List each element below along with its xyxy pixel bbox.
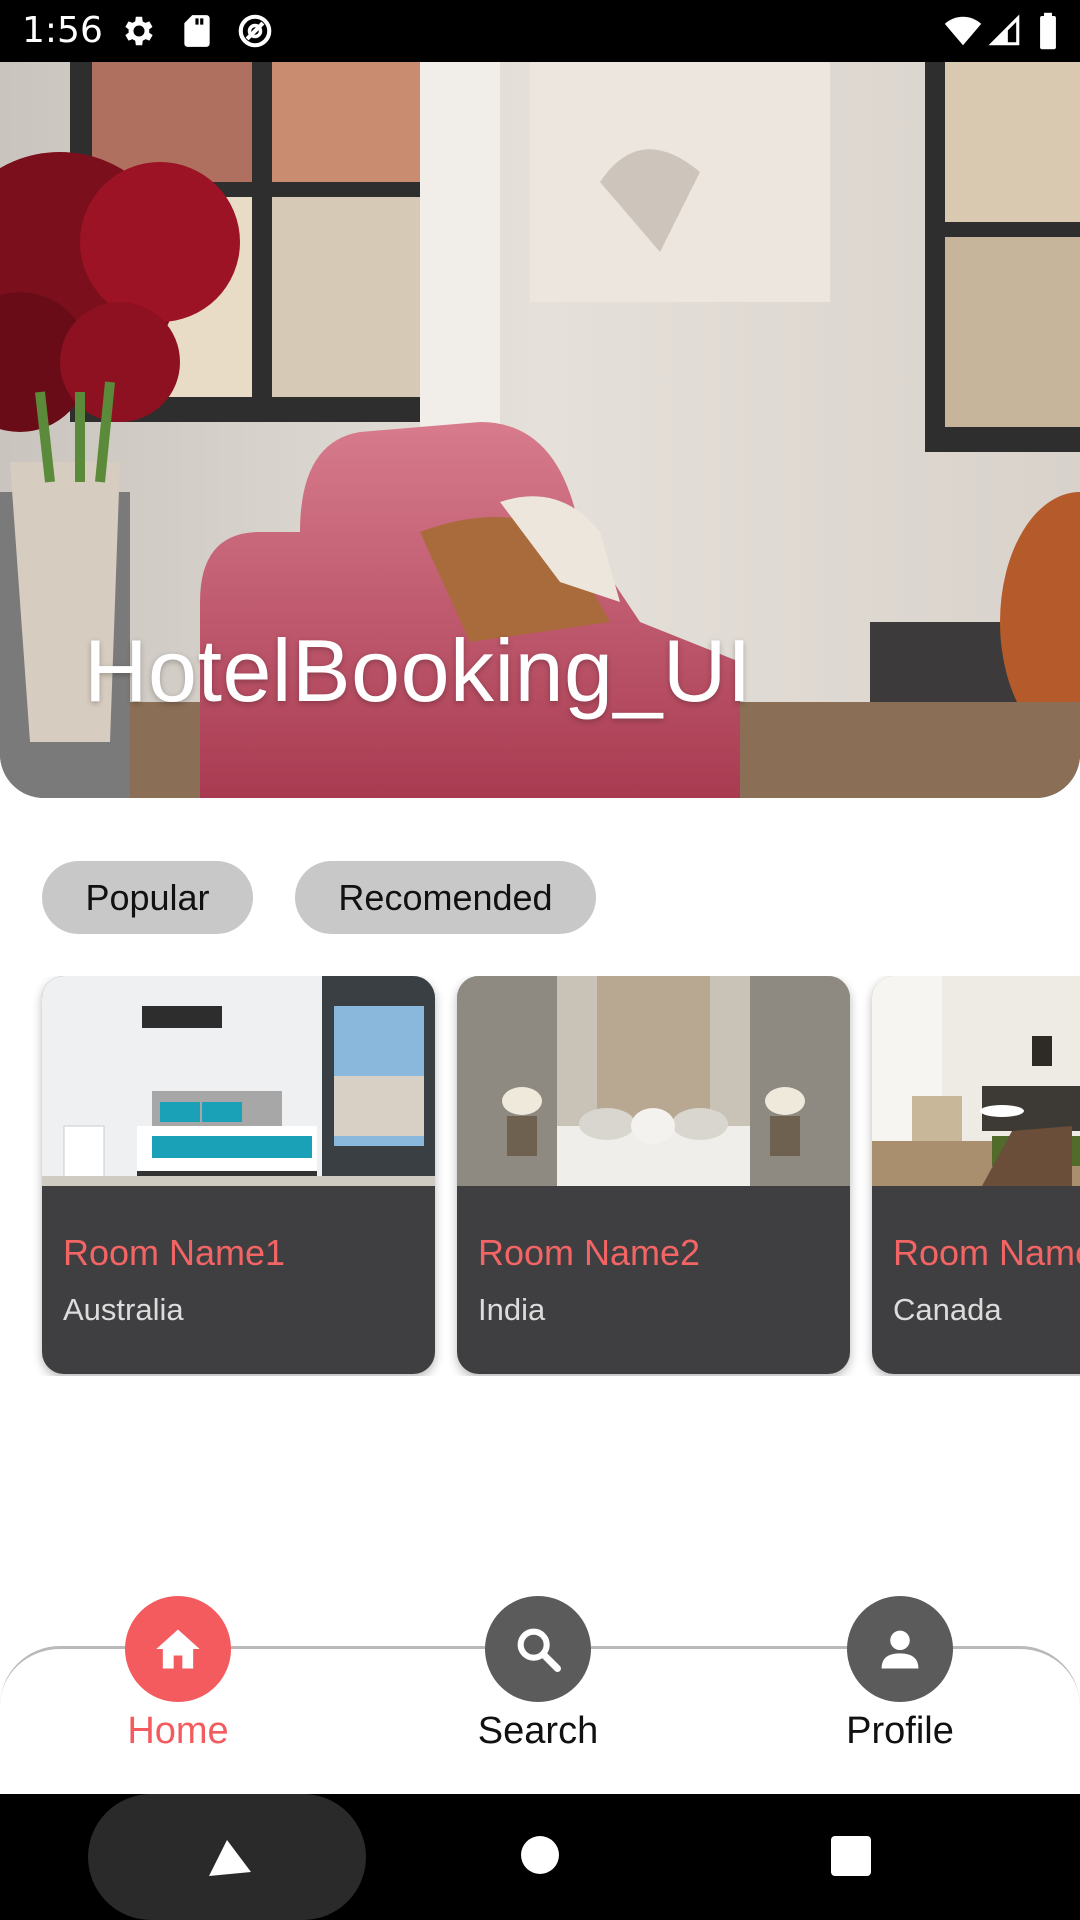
bottom-navigation: Home Search Profile <box>0 1590 1080 1796</box>
chip-recommended[interactable]: Recomended <box>295 861 596 934</box>
room-name: Room Name1 <box>63 1232 286 1273</box>
hero-title: HotelBooking_UI <box>84 621 752 720</box>
search-icon[interactable] <box>485 1596 591 1702</box>
nav-home-label: Home <box>127 1710 229 1752</box>
room-card[interactable]: Room Name3 Canada <box>872 976 1080 1374</box>
bedroom-photo-1 <box>42 976 435 1186</box>
room-name: Room Name3 <box>893 1232 1080 1273</box>
status-time: 1:56 <box>22 10 103 51</box>
gear-icon <box>120 12 158 50</box>
room-name: Room Name2 <box>478 1232 701 1273</box>
nav-profile[interactable]: Profile <box>800 1590 1000 1760</box>
status-bar: 1:56 <box>0 0 1080 62</box>
signal-icon <box>988 12 1022 50</box>
person-icon[interactable] <box>847 1596 953 1702</box>
nav-home[interactable]: Home <box>78 1590 278 1760</box>
recents-icon[interactable] <box>831 1836 871 1876</box>
hero-banner: HotelBooking_UI <box>0 62 1080 798</box>
system-navigation-bar <box>0 1794 1080 1920</box>
room-location: India <box>478 1292 546 1327</box>
room-location: Australia <box>63 1292 184 1327</box>
home-circle-icon[interactable] <box>521 1836 559 1874</box>
back-icon[interactable] <box>205 1836 255 1880</box>
battery-icon <box>1036 12 1060 50</box>
nav-search[interactable]: Search <box>438 1590 638 1760</box>
room-card-list[interactable]: Room Name1 Australia Room Name2 India Ro… <box>0 976 1080 1376</box>
room-location: Canada <box>893 1292 1002 1327</box>
living-room-photo-3 <box>872 976 1080 1186</box>
chip-popular[interactable]: Popular <box>42 861 253 934</box>
home-icon[interactable] <box>125 1596 231 1702</box>
bedroom-photo-2 <box>457 976 850 1186</box>
data-saver-icon <box>236 12 274 50</box>
nav-search-label: Search <box>477 1710 599 1752</box>
room-card[interactable]: Room Name1 Australia <box>42 976 435 1374</box>
sd-card-icon <box>178 12 216 50</box>
room-card[interactable]: Room Name2 India <box>457 976 850 1374</box>
nav-profile-label: Profile <box>846 1710 954 1752</box>
wifi-icon <box>942 12 984 50</box>
